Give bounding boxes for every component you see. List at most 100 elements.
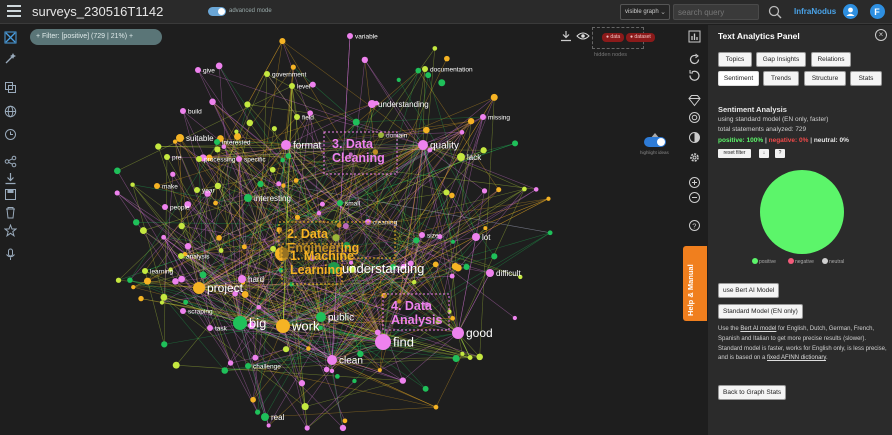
graph-node[interactable] bbox=[282, 346, 290, 353]
graph-node-give[interactable] bbox=[195, 67, 201, 73]
graph-node[interactable] bbox=[449, 273, 455, 279]
hidden-chip-dataset[interactable]: ● dataset bbox=[626, 33, 655, 42]
graph-node[interactable] bbox=[144, 277, 151, 285]
graph-node[interactable] bbox=[290, 64, 296, 70]
graph-node-processing[interactable] bbox=[196, 156, 202, 162]
graph-node[interactable] bbox=[342, 418, 348, 424]
graph-node[interactable] bbox=[114, 190, 120, 196]
graph-node[interactable] bbox=[155, 143, 162, 150]
tab-relations[interactable]: Relations bbox=[811, 52, 851, 67]
graph-node-work[interactable] bbox=[276, 319, 290, 333]
close-icon[interactable]: × bbox=[875, 29, 887, 41]
graph-node[interactable] bbox=[316, 210, 322, 216]
tab-structure[interactable]: Structure bbox=[804, 71, 846, 86]
graph-node[interactable] bbox=[216, 235, 222, 241]
graph-node[interactable] bbox=[159, 300, 165, 305]
graph-node-real[interactable] bbox=[261, 413, 269, 421]
graph-node[interactable] bbox=[255, 409, 261, 415]
graph-node[interactable] bbox=[131, 285, 136, 290]
graph-node[interactable] bbox=[114, 167, 121, 175]
graph-node[interactable] bbox=[221, 367, 229, 374]
graph-node[interactable] bbox=[450, 239, 456, 244]
graph-node[interactable] bbox=[178, 222, 185, 230]
graph-node[interactable] bbox=[276, 181, 282, 187]
graph-node[interactable] bbox=[323, 366, 330, 373]
back-to-graph-stats-button[interactable]: Back to Graph Stats bbox=[718, 385, 787, 400]
gear-icon[interactable] bbox=[688, 151, 701, 164]
graph-node-task[interactable] bbox=[207, 325, 213, 331]
graph-node[interactable] bbox=[183, 299, 189, 305]
graph-node[interactable] bbox=[423, 126, 430, 134]
target-icon[interactable] bbox=[688, 111, 701, 124]
graph-node[interactable] bbox=[214, 182, 222, 190]
graph-node[interactable] bbox=[172, 278, 179, 285]
graph-node[interactable] bbox=[161, 234, 166, 240]
graph-node[interactable] bbox=[361, 56, 368, 64]
graph-node[interactable] bbox=[432, 261, 439, 268]
diamond-icon[interactable] bbox=[688, 94, 701, 107]
graph-node[interactable] bbox=[451, 262, 459, 270]
graph-node[interactable] bbox=[512, 140, 519, 147]
graph-node-people[interactable] bbox=[162, 204, 168, 210]
graph-node[interactable] bbox=[271, 126, 277, 132]
graph-node[interactable] bbox=[444, 55, 450, 62]
graph-node[interactable] bbox=[130, 182, 135, 187]
graph-node-specific[interactable] bbox=[236, 156, 242, 162]
bert-model-button[interactable]: use Bert AI Model bbox=[718, 283, 780, 298]
tab-sentiment[interactable]: Sentiment bbox=[718, 71, 759, 86]
graph-node[interactable] bbox=[160, 293, 168, 301]
graph-node-field[interactable] bbox=[294, 114, 300, 120]
graph-node[interactable] bbox=[412, 279, 417, 285]
graph-node[interactable] bbox=[413, 237, 420, 244]
zoom-out-icon[interactable] bbox=[688, 191, 701, 204]
graph-node-difficult[interactable] bbox=[486, 269, 494, 277]
afinn-dictionary-link[interactable]: fixed AFINN dictionary bbox=[767, 355, 826, 361]
pie-slice-positive[interactable] bbox=[760, 170, 844, 254]
graph-node[interactable] bbox=[481, 188, 488, 194]
graph-node[interactable] bbox=[213, 200, 218, 206]
graph-node-level[interactable] bbox=[289, 83, 295, 89]
graph-node[interactable] bbox=[184, 243, 192, 250]
reset-filter-button[interactable]: reset filter bbox=[718, 149, 751, 158]
graph-node[interactable] bbox=[293, 178, 299, 183]
graph-node[interactable] bbox=[115, 277, 122, 283]
graph-node[interactable] bbox=[422, 385, 429, 392]
graph-node[interactable] bbox=[138, 295, 144, 302]
graph-node[interactable] bbox=[329, 368, 335, 374]
graph-node[interactable] bbox=[280, 157, 285, 163]
graph-node-variable[interactable] bbox=[347, 33, 353, 39]
graph-node[interactable] bbox=[352, 118, 360, 126]
graph-node[interactable] bbox=[218, 248, 224, 253]
graph-node[interactable] bbox=[480, 147, 487, 154]
graph-node[interactable] bbox=[467, 117, 475, 125]
graph-node-good[interactable] bbox=[452, 327, 464, 339]
graph-node[interactable] bbox=[459, 130, 465, 135]
graph-node-quality[interactable] bbox=[418, 140, 428, 150]
graph-node-project[interactable] bbox=[193, 282, 205, 294]
graph-node[interactable] bbox=[139, 227, 147, 235]
graph-node[interactable] bbox=[449, 192, 455, 199]
graph-node[interactable] bbox=[467, 355, 473, 361]
graph-node[interactable] bbox=[432, 46, 438, 51]
tab-trends[interactable]: Trends bbox=[763, 71, 799, 86]
graph-node[interactable] bbox=[285, 153, 292, 159]
help-icon[interactable]: ? bbox=[688, 219, 701, 232]
graph-node-pre[interactable] bbox=[164, 154, 170, 160]
graph-node[interactable] bbox=[127, 277, 133, 283]
hidden-chip-data[interactable]: ● data bbox=[602, 33, 625, 42]
graph-node-lack[interactable] bbox=[457, 153, 465, 161]
graph-node[interactable] bbox=[266, 423, 271, 428]
graph-node[interactable] bbox=[374, 329, 381, 336]
graph-node[interactable] bbox=[547, 230, 553, 236]
graph-node[interactable] bbox=[132, 219, 140, 226]
graph-node-understanding[interactable] bbox=[368, 100, 376, 108]
graph-node-scraping[interactable] bbox=[180, 308, 186, 314]
graph-node-year[interactable] bbox=[194, 187, 200, 193]
graph-node[interactable] bbox=[546, 196, 551, 201]
refresh-icon[interactable] bbox=[688, 69, 701, 82]
eye-icon[interactable] bbox=[576, 31, 590, 41]
graph-node[interactable] bbox=[396, 77, 401, 82]
graph-node-suitable[interactable] bbox=[176, 134, 184, 142]
graph-node-interesting[interactable] bbox=[244, 194, 252, 202]
graph-node[interactable] bbox=[491, 253, 498, 260]
